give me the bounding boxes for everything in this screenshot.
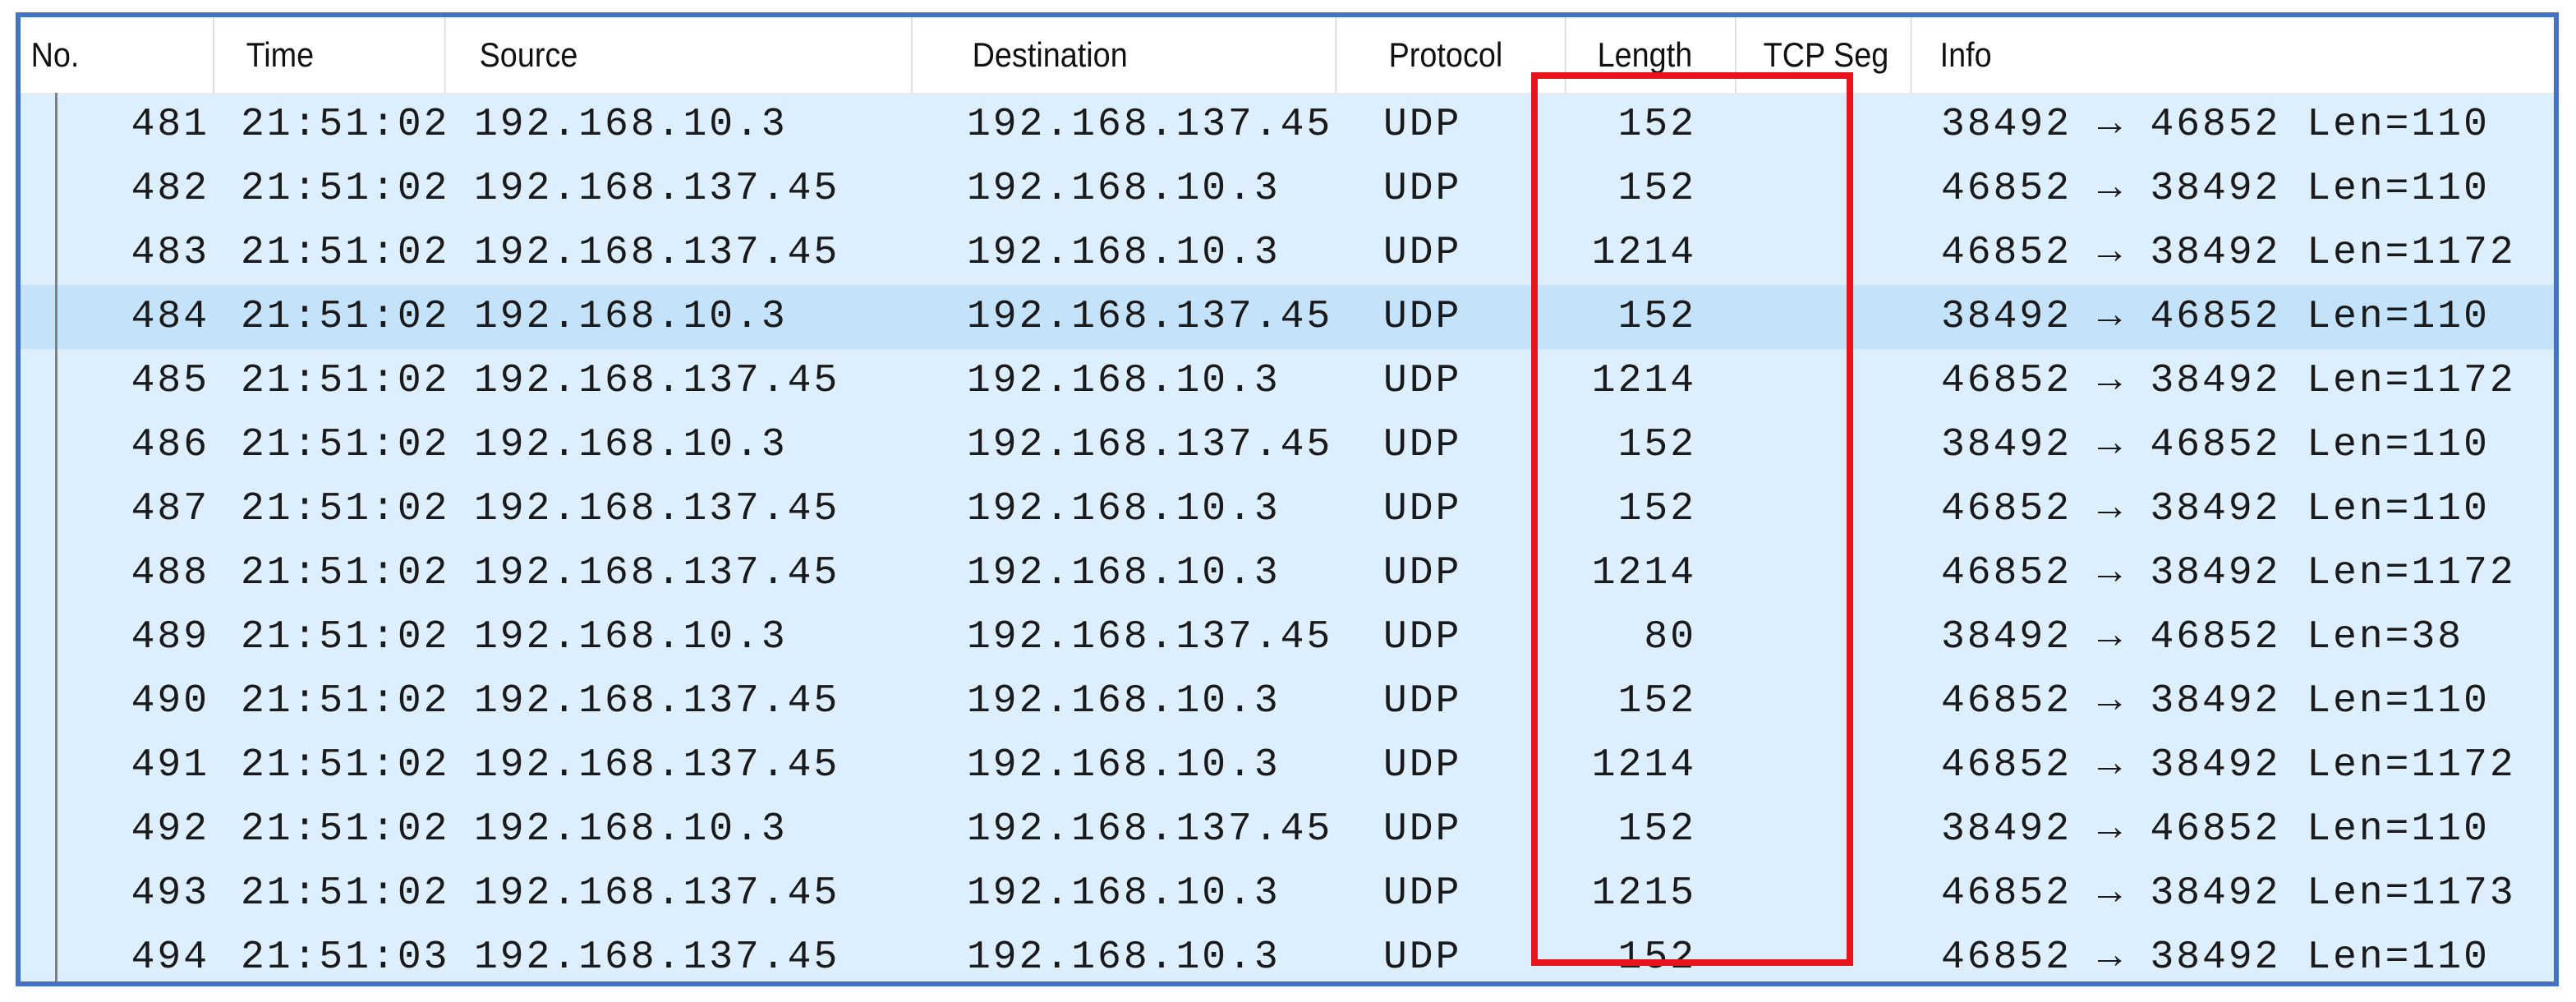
packet-source: 192.168.137.45: [474, 935, 840, 980]
packet-time: 21:51:02: [241, 551, 450, 595]
packet-time: 21:51:02: [241, 231, 450, 275]
packet-time: 21:51:02: [241, 359, 450, 403]
packet-source: 192.168.137.45: [474, 231, 840, 275]
packet-time: 21:51:02: [241, 103, 450, 147]
packet-number: 488: [131, 551, 209, 595]
packet-destination: 192.168.10.3: [967, 359, 1281, 403]
packet-source: 192.168.137.45: [474, 359, 840, 403]
packet-info: 46852 → 38492 Len=1172: [1941, 359, 2516, 403]
packet-number: 487: [131, 487, 209, 531]
column-header-bar: No. Time Source Destination Protocol Len…: [21, 17, 2554, 93]
packet-destination: 192.168.137.45: [967, 807, 1333, 852]
packet-info: 38492 → 46852 Len=38: [1941, 615, 2464, 660]
table-row[interactable]: 487 21:51:02 192.168.137.45 192.168.10.3 UDP…: [21, 477, 2554, 541]
packet-info: 38492 → 46852 Len=110: [1941, 103, 2490, 147]
packet-info: 46852 → 38492 Len=1172: [1941, 551, 2516, 595]
packet-number: 483: [131, 231, 209, 275]
packet-info: 46852 → 38492 Len=1172: [1941, 231, 2516, 275]
packet-destination: 192.168.10.3: [967, 871, 1281, 916]
table-row[interactable]: 488 21:51:02 192.168.137.45 192.168.10.3 UDP…: [21, 541, 2554, 605]
packet-time: 21:51:02: [241, 295, 450, 339]
packet-time: 21:51:02: [241, 679, 450, 724]
table-row[interactable]: 492 21:51:02 192.168.10.3 192.168.137.45 UDP…: [21, 797, 2554, 862]
packet-destination: 192.168.10.3: [967, 487, 1281, 531]
table-row[interactable]: 491 21:51:02 192.168.137.45 192.168.10.3 UDP…: [21, 733, 2554, 797]
packet-number: 493: [131, 871, 209, 916]
packet-destination: 192.168.137.45: [967, 295, 1333, 339]
table-row[interactable]: 490 21:51:02 192.168.137.45 192.168.10.3 UDP…: [21, 669, 2554, 733]
packet-source: 192.168.10.3: [474, 807, 788, 852]
packet-number: 490: [131, 679, 209, 724]
packet-destination: 192.168.137.45: [967, 423, 1333, 467]
packet-number: 492: [131, 807, 209, 852]
table-row[interactable]: 482 21:51:02 192.168.137.45 192.168.10.3 UDP…: [21, 157, 2554, 221]
packet-info: 46852 → 38492 Len=110: [1941, 167, 2490, 211]
packet-info: 46852 → 38492 Len=110: [1941, 487, 2490, 531]
table-row[interactable]: 486 21:51:02 192.168.10.3 192.168.137.45 UDP…: [21, 413, 2554, 477]
packet-number: 491: [131, 743, 209, 788]
packet-destination: 192.168.10.3: [967, 167, 1281, 211]
packet-info: 38492 → 46852 Len=110: [1941, 807, 2490, 852]
column-header-no[interactable]: No.: [21, 17, 214, 93]
packet-destination: 192.168.10.3: [967, 935, 1281, 980]
packet-source: 192.168.137.45: [474, 871, 840, 916]
packet-source: 192.168.137.45: [474, 167, 840, 211]
packet-time: 21:51:02: [241, 423, 450, 467]
packet-number: 484: [131, 295, 209, 339]
packet-info: 46852 → 38492 Len=1172: [1941, 743, 2516, 788]
packet-info: 46852 → 38492 Len=110: [1941, 935, 2490, 980]
packet-list: No. Time Source Destination Protocol Len…: [16, 12, 2559, 986]
packet-number: 489: [131, 615, 209, 660]
column-header-info[interactable]: Info: [1930, 17, 2491, 93]
packet-info: 46852 → 38492 Len=1173: [1941, 871, 2516, 916]
packet-source: 192.168.10.3: [474, 103, 788, 147]
packet-info: 38492 → 46852 Len=110: [1941, 423, 2490, 467]
table-row[interactable]: 494 21:51:03 192.168.137.45 192.168.10.3 UDP…: [21, 926, 2554, 981]
packet-source: 192.168.10.3: [474, 423, 788, 467]
packet-number: 481: [131, 103, 209, 147]
packet-rows: 481 21:51:02 192.168.10.3 192.168.137.45 UDP…: [21, 93, 2554, 981]
packet-number: 482: [131, 167, 209, 211]
packet-source: 192.168.10.3: [474, 615, 788, 660]
packet-destination: 192.168.10.3: [967, 679, 1281, 724]
table-row[interactable]: 484 21:51:02 192.168.10.3 192.168.137.45 UDP…: [21, 285, 2554, 349]
packet-source: 192.168.137.45: [474, 487, 840, 531]
table-row[interactable]: 483 21:51:02 192.168.137.45 192.168.10.3 UDP…: [21, 221, 2554, 285]
table-row[interactable]: 489 21:51:02 192.168.10.3 192.168.137.45 UDP…: [21, 605, 2554, 669]
length-highlight-box: [1531, 72, 1853, 966]
packet-time: 21:51:03: [241, 935, 450, 980]
packet-time: 21:51:02: [241, 743, 450, 788]
conversation-tree-line: [55, 93, 58, 981]
packet-source: 192.168.137.45: [474, 743, 840, 788]
packet-time: 21:51:02: [241, 167, 450, 211]
column-header-time[interactable]: Time: [236, 17, 446, 93]
packet-time: 21:51:02: [241, 615, 450, 660]
packet-number: 494: [131, 935, 209, 980]
table-row[interactable]: 485 21:51:02 192.168.137.45 192.168.10.3 UDP…: [21, 349, 2554, 413]
packet-source: 192.168.10.3: [474, 295, 788, 339]
packet-time: 21:51:02: [241, 807, 450, 852]
packet-number: 485: [131, 359, 209, 403]
table-row[interactable]: 493 21:51:02 192.168.137.45 192.168.10.3 UDP…: [21, 862, 2554, 926]
packet-time: 21:51:02: [241, 487, 450, 531]
packet-source: 192.168.137.45: [474, 551, 840, 595]
packet-info: 38492 → 46852 Len=110: [1941, 295, 2490, 339]
column-header-source[interactable]: Source: [469, 17, 913, 93]
column-header-destination[interactable]: Destination: [962, 17, 1337, 93]
packet-destination: 192.168.10.3: [967, 743, 1281, 788]
packet-destination: 192.168.10.3: [967, 551, 1281, 595]
packet-destination: 192.168.137.45: [967, 103, 1333, 147]
packet-source: 192.168.137.45: [474, 679, 840, 724]
packet-number: 486: [131, 423, 209, 467]
packet-info: 46852 → 38492 Len=110: [1941, 679, 2490, 724]
packet-destination: 192.168.137.45: [967, 615, 1333, 660]
packet-destination: 192.168.10.3: [967, 231, 1281, 275]
table-row[interactable]: 481 21:51:02 192.168.10.3 192.168.137.45 UDP…: [21, 93, 2554, 157]
packet-time: 21:51:02: [241, 871, 450, 916]
